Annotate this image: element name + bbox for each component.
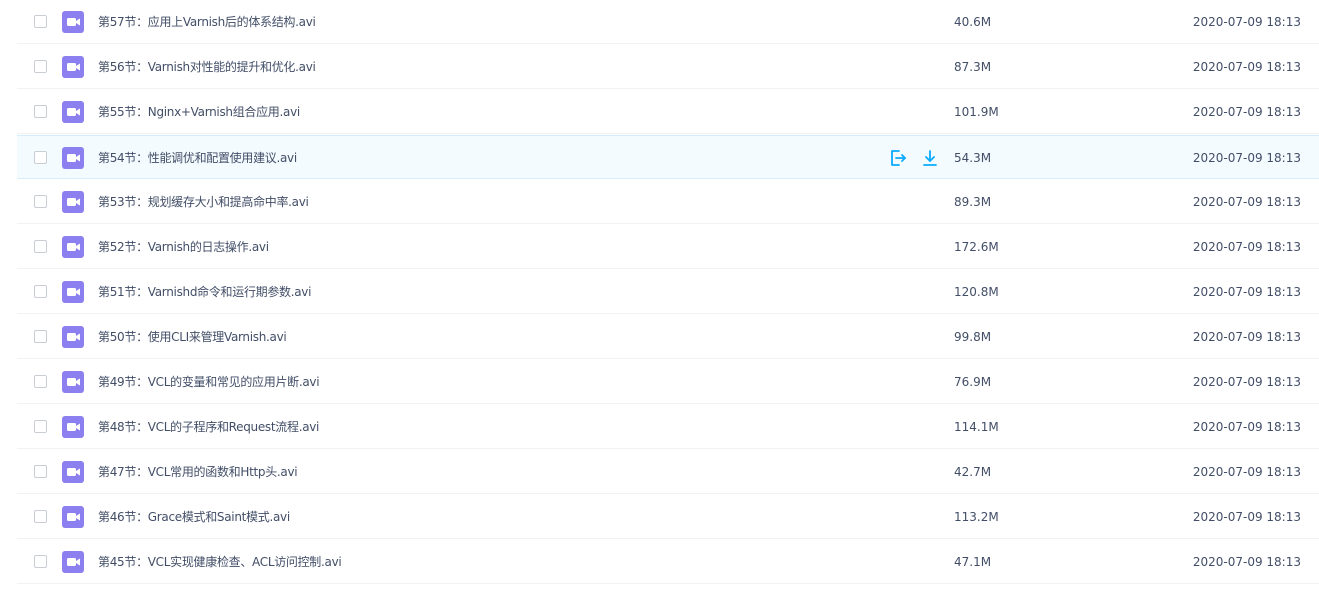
video-file-icon	[62, 461, 84, 483]
file-row[interactable]: 第54节：性能调优和配置使用建议.avi 54.3M 2020-07-09 18:1…	[17, 135, 1319, 179]
file-modified-date: 2020-07-09 18:13	[1192, 60, 1301, 74]
file-row[interactable]: 第50节：使用CLI来管理Varnish.avi 99.8M 2020-07-09 …	[17, 315, 1319, 359]
row-checkbox[interactable]	[34, 465, 47, 478]
file-row[interactable]: 第48节：VCL的子程序和Request流程.avi 114.1M 2020-07-…	[17, 405, 1319, 449]
video-file-icon	[62, 191, 84, 213]
file-row[interactable]: 第47节：VCL常用的函数和Http头.avi 42.7M 2020-07-09 1…	[17, 450, 1319, 494]
video-file-icon	[62, 56, 84, 78]
file-row[interactable]: 第52节：Varnish的日志操作.avi 172.6M 2020-07-09 18…	[17, 225, 1319, 269]
file-modified-date: 2020-07-09 18:13	[1192, 15, 1301, 29]
file-name-link[interactable]: 第55节：Nginx+Varnish组合应用.avi	[98, 104, 300, 120]
file-name-link[interactable]: 第48节：VCL的子程序和Request流程.avi	[98, 419, 319, 435]
video-file-icon	[62, 147, 84, 169]
file-row[interactable]: 第45节：VCL实现健康检查、ACL访问控制.avi 47.1M 2020-07-0…	[17, 540, 1319, 584]
video-file-icon	[62, 326, 84, 348]
file-name-link[interactable]: 第52节：Varnish的日志操作.avi	[98, 239, 269, 255]
file-modified-date: 2020-07-09 18:13	[1192, 555, 1301, 569]
file-modified-date: 2020-07-09 18:13	[1192, 240, 1301, 254]
row-checkbox[interactable]	[34, 330, 47, 343]
file-size: 87.3M	[954, 60, 992, 74]
row-checkbox[interactable]	[34, 105, 47, 118]
file-name-link[interactable]: 第53节：规划缓存大小和提高命中率.avi	[98, 194, 309, 210]
file-size: 101.9M	[954, 105, 999, 119]
file-size: 172.6M	[954, 240, 999, 254]
file-modified-date: 2020-07-09 18:13	[1192, 195, 1301, 209]
file-name-link[interactable]: 第51节：Varnishd命令和运行期参数.avi	[98, 284, 311, 300]
file-modified-date: 2020-07-09 18:13	[1192, 465, 1301, 479]
video-file-icon	[62, 371, 84, 393]
row-checkbox[interactable]	[34, 285, 47, 298]
file-name-link[interactable]: 第49节：VCL的变量和常见的应用片断.avi	[98, 374, 320, 390]
file-name-link[interactable]: 第46节：Grace模式和Saint模式.avi	[98, 509, 290, 525]
file-size: 54.3M	[954, 151, 992, 165]
file-row[interactable]: 第56节：Varnish对性能的提升和优化.avi 87.3M 2020-07-09…	[17, 45, 1319, 89]
file-row[interactable]: 第55节：Nginx+Varnish组合应用.avi 101.9M 2020-07-…	[17, 90, 1319, 134]
row-checkbox[interactable]	[34, 555, 47, 568]
file-size: 76.9M	[954, 375, 992, 389]
row-checkbox[interactable]	[34, 240, 47, 253]
file-size: 114.1M	[954, 420, 999, 434]
file-name-link[interactable]: 第50节：使用CLI来管理Varnish.avi	[98, 329, 287, 345]
file-modified-date: 2020-07-09 18:13	[1192, 285, 1301, 299]
video-file-icon	[62, 281, 84, 303]
file-size: 42.7M	[954, 465, 992, 479]
row-checkbox[interactable]	[34, 151, 47, 164]
file-modified-date: 2020-07-09 18:13	[1192, 375, 1301, 389]
video-file-icon	[62, 506, 84, 528]
file-row[interactable]: 第51节：Varnishd命令和运行期参数.avi 120.8M 2020-07-0…	[17, 270, 1319, 314]
file-size: 99.8M	[954, 330, 992, 344]
file-modified-date: 2020-07-09 18:13	[1192, 105, 1301, 119]
file-modified-date: 2020-07-09 18:13	[1192, 330, 1301, 344]
file-row[interactable]: 第57节：应用上Varnish后的体系结构.avi 40.6M 2020-07-09…	[17, 0, 1319, 44]
file-size: 120.8M	[954, 285, 999, 299]
video-file-icon	[62, 101, 84, 123]
file-modified-date: 2020-07-09 18:13	[1192, 420, 1301, 434]
file-name-link[interactable]: 第47节：VCL常用的函数和Http头.avi	[98, 464, 298, 480]
file-size: 40.6M	[954, 15, 992, 29]
file-name-link[interactable]: 第56节：Varnish对性能的提升和优化.avi	[98, 59, 316, 75]
row-checkbox[interactable]	[34, 60, 47, 73]
file-list: 第57节：应用上Varnish后的体系结构.avi 40.6M 2020-07-09…	[0, 0, 1319, 596]
file-name-link[interactable]: 第54节：性能调优和配置使用建议.avi	[98, 150, 297, 166]
video-file-icon	[62, 236, 84, 258]
file-size: 113.2M	[954, 510, 999, 524]
file-size: 47.1M	[954, 555, 992, 569]
row-checkbox[interactable]	[34, 195, 47, 208]
file-name-link[interactable]: 第57节：应用上Varnish后的体系结构.avi	[98, 14, 316, 30]
file-size: 89.3M	[954, 195, 992, 209]
row-checkbox[interactable]	[34, 510, 47, 523]
download-icon	[920, 148, 940, 168]
row-checkbox[interactable]	[34, 15, 47, 28]
file-modified-date: 2020-07-09 18:13	[1192, 151, 1301, 165]
share-button[interactable]	[888, 148, 908, 168]
download-button[interactable]	[920, 148, 940, 168]
file-row[interactable]: 第46节：Grace模式和Saint模式.avi 113.2M 2020-07-09…	[17, 495, 1319, 539]
video-file-icon	[62, 11, 84, 33]
share-icon	[888, 148, 908, 168]
row-checkbox[interactable]	[34, 375, 47, 388]
video-file-icon	[62, 551, 84, 573]
file-row[interactable]: 第49节：VCL的变量和常见的应用片断.avi 76.9M 2020-07-09 1…	[17, 360, 1319, 404]
video-file-icon	[62, 416, 84, 438]
file-name-link[interactable]: 第45节：VCL实现健康检查、ACL访问控制.avi	[98, 554, 342, 570]
row-checkbox[interactable]	[34, 420, 47, 433]
file-row[interactable]: 第53节：规划缓存大小和提高命中率.avi 89.3M 2020-07-09 18:…	[17, 180, 1319, 224]
file-modified-date: 2020-07-09 18:13	[1192, 510, 1301, 524]
